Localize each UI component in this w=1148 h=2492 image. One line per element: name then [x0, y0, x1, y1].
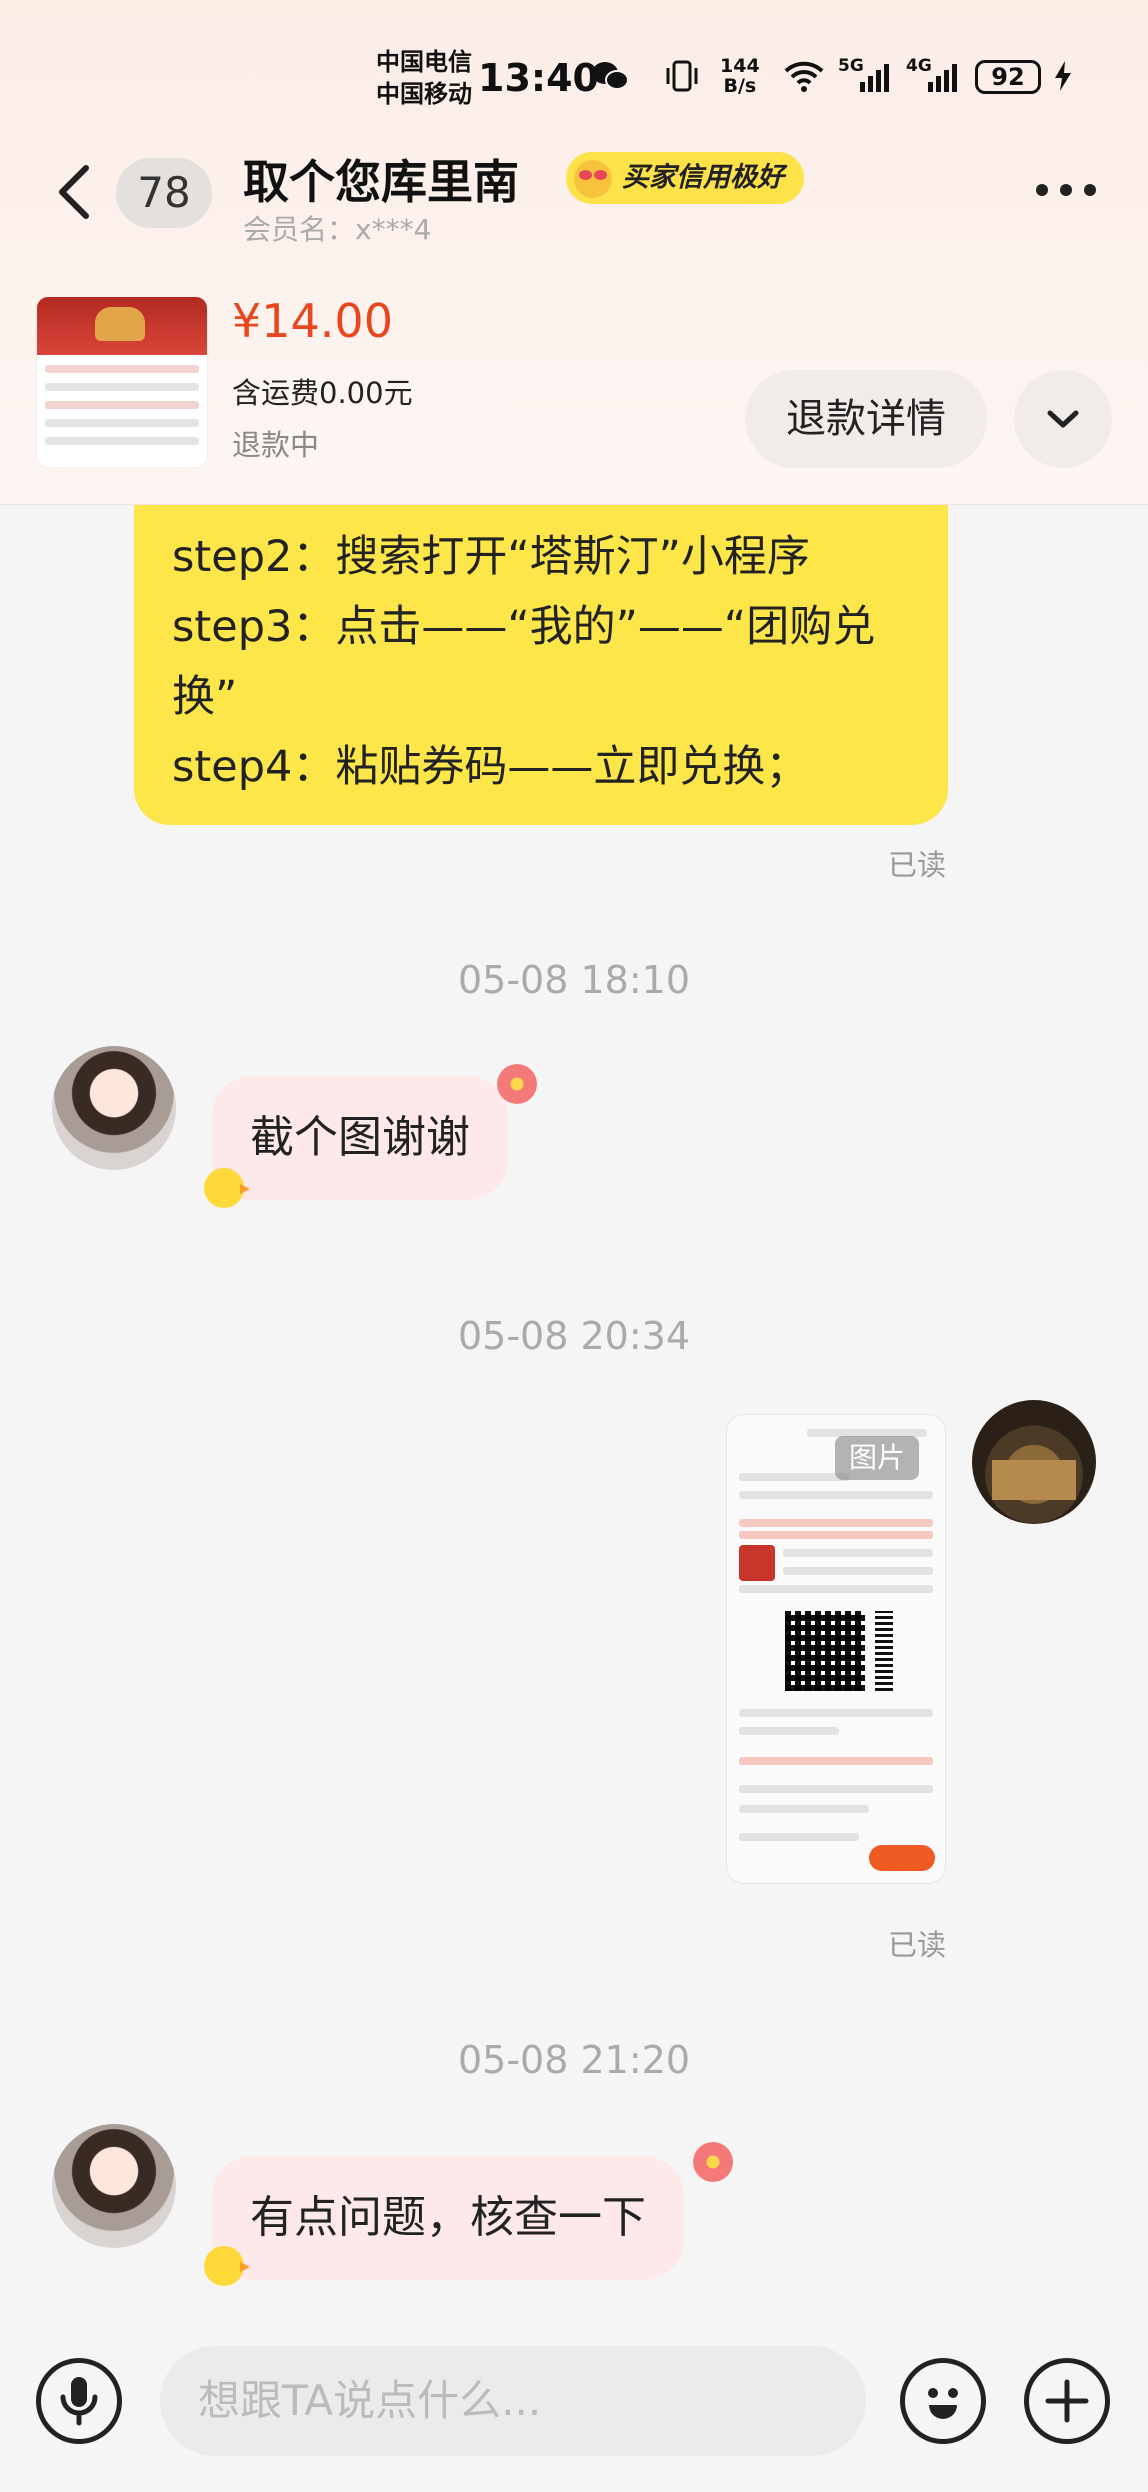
credit-badge[interactable]: 买家信用极好 — [566, 152, 804, 204]
back-arrow-icon[interactable] — [50, 162, 100, 222]
emoji-icon[interactable] — [900, 2358, 986, 2444]
step-line: step3：点击——“我的”——“团购兑 — [172, 602, 876, 652]
timestamp: 05-08 21:20 — [457, 2038, 690, 2082]
seller-avatar[interactable] — [972, 1400, 1096, 1524]
signal-5g-icon: 5G — [838, 56, 898, 96]
carrier-1: 中国电信 — [376, 48, 472, 76]
timestamp: 05-08 20:34 — [457, 1314, 690, 1358]
chat-nav-bar: 78 取个您库里南 买家信用极好 会员名：x***4 — [0, 140, 1148, 250]
chick-sticker-icon — [204, 1168, 250, 1208]
timestamp: 05-08 18:10 — [457, 958, 690, 1002]
flower-sticker-icon — [693, 2142, 733, 2182]
add-plus-icon[interactable] — [1024, 2358, 1110, 2444]
chick-sticker-icon — [204, 2246, 250, 2286]
product-thumbnail[interactable] — [36, 296, 208, 468]
flower-sticker-icon — [497, 1064, 537, 1104]
message-input[interactable]: 想跟TA说点什么... — [160, 2346, 866, 2456]
wifi-icon — [782, 56, 826, 96]
carrier-labels: 中国电信 中国移动 — [376, 46, 472, 110]
battery-indicator: 92 — [975, 60, 1041, 94]
charging-icon — [1052, 56, 1074, 96]
status-bar: 中国电信 中国移动 13:40 144 B/s 5G 4G 92 — [0, 40, 1148, 120]
network-speed: 144 B/s — [720, 55, 760, 97]
refund-detail-button[interactable]: 退款详情 — [745, 370, 987, 468]
unread-count-badge[interactable]: 78 — [116, 158, 212, 228]
wechat-icon — [590, 56, 630, 96]
carrier-2: 中国移动 — [376, 80, 472, 108]
heart-eyes-emoji-icon — [574, 160, 612, 198]
shipping-fee: 含运费0.00元 — [232, 376, 413, 410]
buyer-message-bubble[interactable]: 截个图谢谢 — [212, 1076, 508, 1200]
step-line: step2：搜索打开“塔斯汀”小程序 — [172, 532, 810, 582]
chat-title[interactable]: 取个您库里南 — [243, 146, 519, 212]
signal-4g-icon: 4G — [906, 56, 966, 96]
buyer-avatar[interactable] — [52, 2124, 176, 2248]
voice-microphone-icon[interactable] — [36, 2358, 122, 2444]
step-line: 换” — [172, 672, 238, 722]
message-input-bar: 想跟TA说点什么... — [0, 2318, 1148, 2492]
screenshot-image-message[interactable] — [726, 1414, 946, 1884]
buyer-message-bubble[interactable]: 有点问题，核查一下 — [212, 2156, 684, 2280]
read-receipt: 已读 — [888, 848, 947, 882]
order-price: ¥14.00 — [232, 294, 393, 348]
image-label: 图片 — [835, 1436, 919, 1480]
order-status: 退款中 — [232, 428, 320, 462]
member-name: 会员名：x***4 — [243, 213, 432, 246]
vibrate-icon — [662, 56, 702, 96]
order-card[interactable]: ¥14.00 含运费0.00元 退款中 退款详情 — [0, 290, 1148, 490]
chat-header-panel: 中国电信 中国移动 13:40 144 B/s 5G 4G 92 78 取个您库… — [0, 0, 1148, 505]
clock: 13:40 — [478, 56, 599, 100]
step-line: step4：粘贴券码——立即兑换； — [172, 742, 809, 792]
read-receipt: 已读 — [888, 1928, 947, 1962]
buyer-avatar[interactable] — [52, 1046, 176, 1170]
more-options-icon[interactable] — [1036, 184, 1096, 196]
chevron-down-icon[interactable] — [1014, 370, 1112, 468]
